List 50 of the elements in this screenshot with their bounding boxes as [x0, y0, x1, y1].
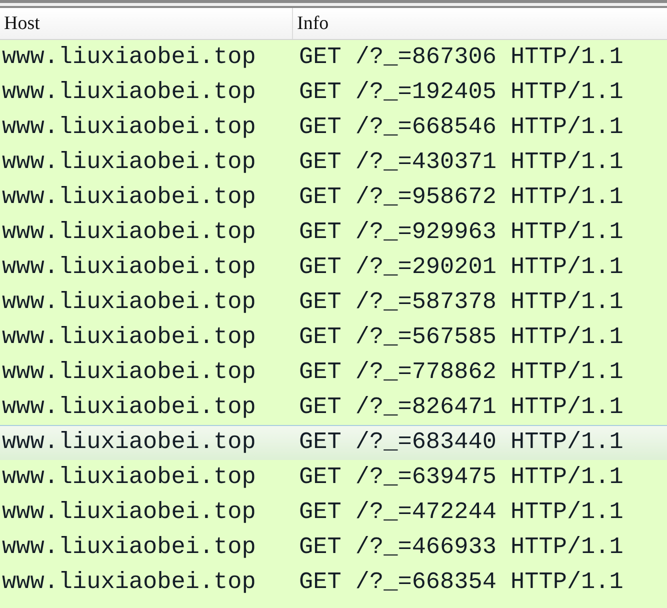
table-cell-text: GET /?_=587378 HTTP/1.1	[299, 288, 624, 318]
table-cell-text: www.liuxiaobei.top	[1, 78, 257, 108]
table-cell-text: GET /?_=867306 HTTP/1.1	[299, 43, 624, 74]
table-cell-text: www.liuxiaobei.top	[1, 323, 257, 354]
table-cell-text: www.liuxiaobei.top	[1, 113, 257, 144]
packet-row[interactable]: www.liuxiaobei.top GET /?_=668354 HTTP/1.1	[0, 565, 667, 600]
table-cell-text: www.liuxiaobei.top	[1, 428, 257, 458]
table-cell-text: www.liuxiaobei.top	[1, 393, 257, 424]
table-cell-text: GET /?_=826471 HTTP/1.1	[299, 393, 624, 424]
packet-row[interactable]: www.liuxiaobei.top GET /?_=567585 HTTP/1.1	[0, 320, 667, 355]
table-cell-text: www.liuxiaobei.top	[1, 358, 257, 388]
packet-row[interactable]: www.liuxiaobei.top GET /?_=192405 HTTP/1.1	[0, 75, 667, 110]
table-cell-text: www.liuxiaobei.top	[1, 568, 257, 598]
table-cell-text: GET /?_=567585 HTTP/1.1	[299, 323, 624, 354]
packet-row[interactable]: www.liuxiaobei.top GET /?_=867306 HTTP/1.1	[0, 40, 667, 75]
table-cell-text: www.liuxiaobei.top	[1, 498, 257, 528]
table-cell-text: www.liuxiaobei.top	[1, 463, 257, 494]
table-cell-text: GET /?_=472244 HTTP/1.1	[299, 498, 624, 528]
table-cell-text: www.liuxiaobei.top	[1, 218, 257, 248]
packet-row[interactable]: www.liuxiaobei.top GET /?_=683440 HTTP/1.1	[0, 425, 667, 460]
packet-row[interactable]: www.liuxiaobei.top GET /?_=639475 HTTP/1.1	[0, 460, 667, 495]
table-cell-text: GET /?_=466933 HTTP/1.1	[299, 533, 624, 564]
table-cell-text: www.liuxiaobei.top	[1, 533, 257, 564]
packet-row[interactable]: www.liuxiaobei.top GET /?_=668546 HTTP/1.1	[0, 110, 667, 145]
packet-row[interactable]: www.liuxiaobei.top GET /?_=958672 HTTP/1.1	[0, 180, 667, 215]
table-cell-text: www.liuxiaobei.top	[1, 148, 257, 178]
column-header[interactable]: Info	[293, 8, 667, 39]
table-cell-text: GET /?_=290201 HTTP/1.1	[299, 253, 624, 284]
table-cell-text: GET /?_=668546 HTTP/1.1	[299, 113, 624, 144]
packet-row[interactable]: www.liuxiaobei.top GET /?_=290201 HTTP/1.1	[0, 250, 667, 285]
table-cell-text: www.liuxiaobei.top	[1, 253, 257, 284]
packet-row[interactable]: www.liuxiaobei.top GET /?_=466933 HTTP/1.1	[0, 530, 667, 565]
table-cell-text: www.liuxiaobei.top	[1, 288, 257, 318]
table-cell-text: www.liuxiaobei.top	[1, 43, 257, 74]
packet-row[interactable]: www.liuxiaobei.top GET /?_=587378 HTTP/1.1	[0, 285, 667, 320]
table-cell-text: GET /?_=639475 HTTP/1.1	[299, 463, 624, 494]
packet-row[interactable]: www.liuxiaobei.top GET /?_=472244 HTTP/1.1	[0, 495, 667, 530]
packet-row[interactable]: www.liuxiaobei.top GET /?_=929963 HTTP/1.1	[0, 215, 667, 250]
table-cell-text: www.liuxiaobei.top	[1, 183, 257, 214]
packet-row[interactable]: www.liuxiaobei.top GET /?_=778862 HTTP/1.1	[0, 355, 667, 390]
table-cell-text: GET /?_=683440 HTTP/1.1	[299, 428, 624, 458]
table-cell-text: GET /?_=192405 HTTP/1.1	[299, 78, 624, 108]
table-cell-text: GET /?_=778862 HTTP/1.1	[299, 358, 624, 388]
table-cell-text: GET /?_=430371 HTTP/1.1	[299, 148, 624, 178]
table-cell-text: GET /?_=958672 HTTP/1.1	[299, 183, 624, 214]
table-cell-text: GET /?_=668354 HTTP/1.1	[299, 568, 624, 598]
packet-row[interactable]: www.liuxiaobei.top GET /?_=430371 HTTP/1.1	[0, 145, 667, 180]
column-header[interactable]: Host	[0, 8, 293, 39]
table-cell-text: GET /?_=929963 HTTP/1.1	[299, 218, 624, 248]
packet-row[interactable]: www.liuxiaobei.top GET /?_=826471 HTTP/1.1	[0, 390, 667, 425]
